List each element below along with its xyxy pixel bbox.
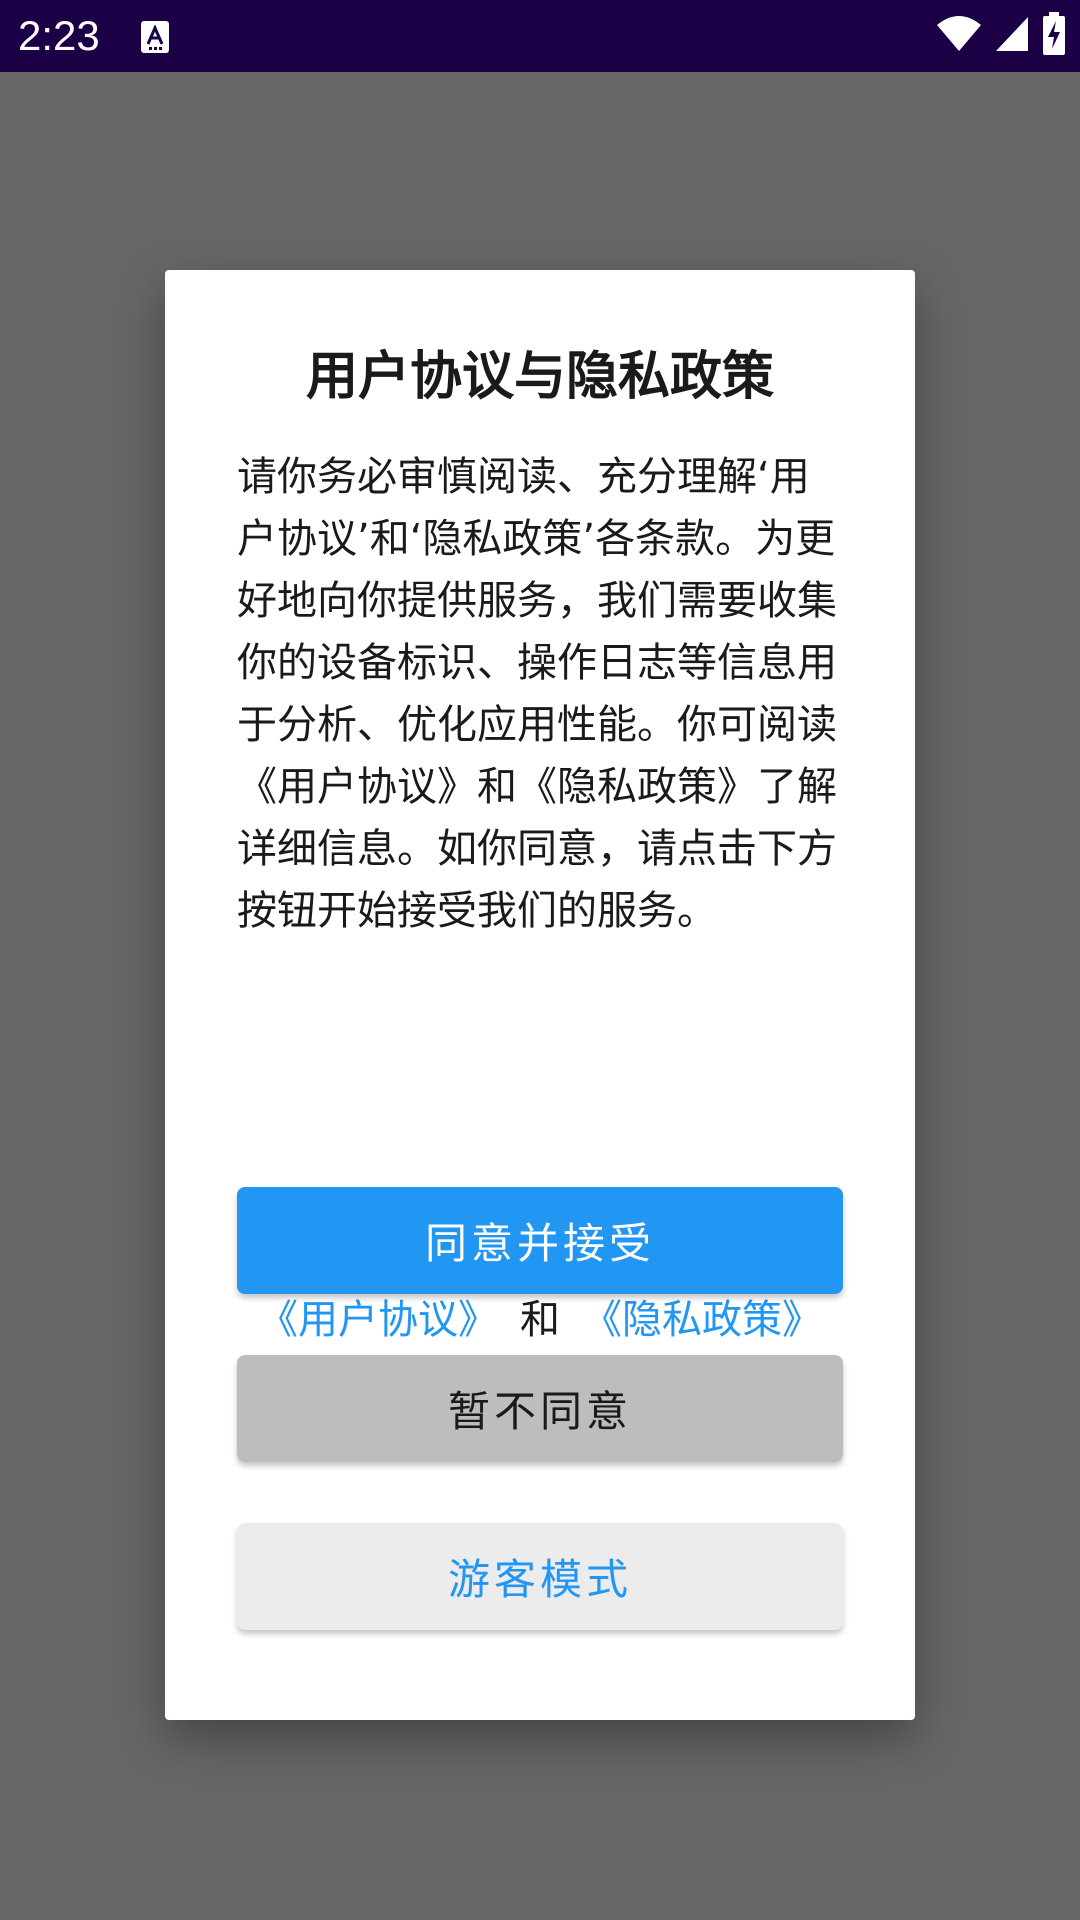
signal-icon: [994, 15, 1030, 57]
links-and-text: 和: [520, 1297, 560, 1343]
status-time: 2:23: [18, 12, 100, 59]
dialog-title: 用户协议与隐私政策: [305, 347, 774, 407]
policy-links-row: 《用户协议》和《隐私政策》: [165, 1292, 915, 1348]
user-agreement-link[interactable]: 《用户协议》: [258, 1297, 498, 1343]
guest-mode-button[interactable]: 游客模式: [237, 1523, 843, 1630]
status-bar: 2:23: [0, 0, 1080, 72]
wifi-icon: [936, 15, 982, 57]
battery-charging-icon: [1042, 12, 1066, 60]
agreement-dialog: 用户协议与隐私政策 请你务必审慎阅读、充分理解‘用户协议’和‘隐私政策’各条款。…: [165, 270, 915, 1720]
dialog-body-text: 请你务必审慎阅读、充分理解‘用户协议’和‘隐私政策’各条款。为更好地向你提供服务…: [237, 454, 837, 934]
privacy-policy-link[interactable]: 《隐私政策》: [582, 1297, 822, 1343]
status-icons: [936, 12, 1066, 60]
a-icon: [140, 20, 170, 54]
decline-button[interactable]: 暂不同意: [237, 1355, 843, 1462]
accept-button[interactable]: 同意并接受: [237, 1187, 843, 1294]
